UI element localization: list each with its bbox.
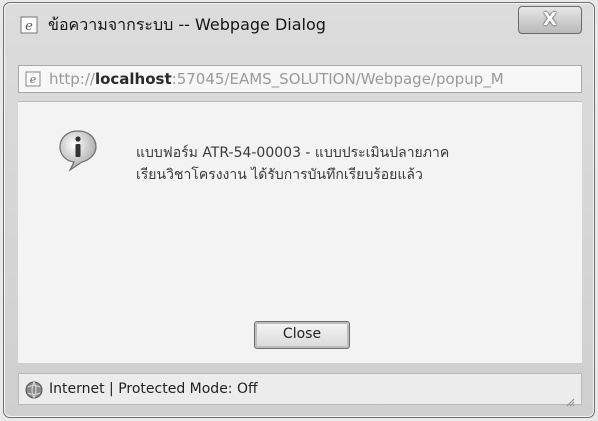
message-line-1: แบบฟอร์ม ATR-54-00003 - แบบประเมินปลายภา… bbox=[136, 145, 450, 161]
url-host: localhost bbox=[94, 70, 172, 88]
dialog-window: e ข้อความจากระบบ -- Webpage Dialog X e h… bbox=[3, 2, 595, 418]
dialog-message: แบบฟอร์ม ATR-54-00003 - แบบประเมินปลายภา… bbox=[136, 142, 556, 186]
resize-grip-icon[interactable] bbox=[565, 392, 575, 407]
dialog-content: แบบฟอร์ม ATR-54-00003 - แบบประเมินปลายภา… bbox=[18, 101, 582, 363]
svg-text:e: e bbox=[25, 19, 33, 34]
message-line-2: เรียนวิชาโครงงาน ได้รับการบันทึกเรียบร้อ… bbox=[136, 167, 423, 183]
ie-page-icon: e bbox=[20, 16, 40, 34]
close-button[interactable]: Close bbox=[254, 321, 350, 349]
url-prefix: http:// bbox=[49, 70, 95, 88]
info-icon bbox=[56, 128, 100, 172]
status-bar: Internet | Protected Mode: Off bbox=[18, 373, 582, 407]
status-text: Internet | Protected Mode: Off bbox=[49, 381, 258, 397]
title-bar[interactable]: e ข้อความจากระบบ -- Webpage Dialog X bbox=[4, 3, 594, 43]
globe-icon bbox=[25, 381, 43, 399]
address-bar[interactable]: e http://localhost:57045/EAMS_SOLUTION/W… bbox=[18, 65, 582, 93]
window-title: ข้อความจากระบบ -- Webpage Dialog bbox=[48, 15, 326, 34]
address-url: http://localhost:57045/EAMS_SOLUTION/Web… bbox=[49, 70, 577, 88]
svg-text:e: e bbox=[30, 73, 37, 86]
url-path: :57045/EAMS_SOLUTION/Webpage/popup_M bbox=[171, 70, 504, 88]
window-close-button[interactable]: X bbox=[518, 6, 582, 34]
ie-page-icon: e bbox=[25, 71, 43, 87]
